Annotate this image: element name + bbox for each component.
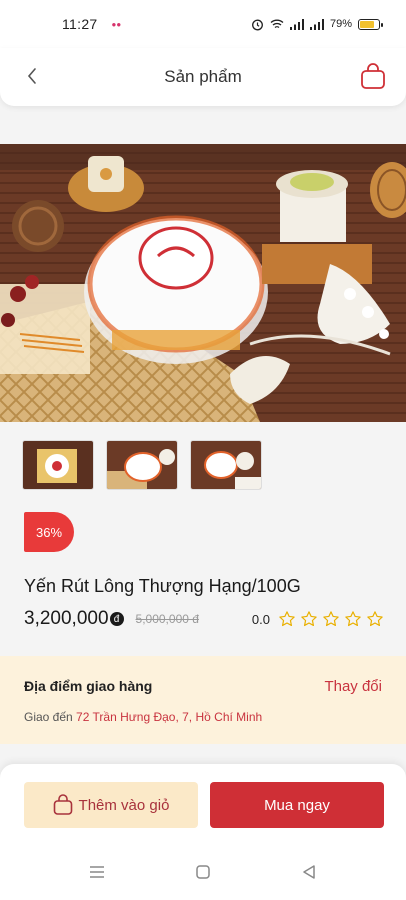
buy-now-label: Mua ngay <box>264 796 330 814</box>
cart-button[interactable] <box>358 60 388 92</box>
product-name: Yến Rút Lông Thượng Hạng/100G <box>24 576 301 596</box>
shopping-bag-icon <box>361 63 385 89</box>
status-time: 11:27 <box>62 16 98 32</box>
star-icon <box>345 611 361 627</box>
system-nav-bar <box>0 844 406 900</box>
thumbnail-1[interactable] <box>22 440 94 490</box>
status-bar: 11:27 ●● 79% <box>0 0 406 48</box>
square-icon <box>196 865 210 879</box>
delivery-title: Địa điểm giao hàng <box>24 678 153 694</box>
battery-icon <box>358 18 383 30</box>
star-icon <box>367 611 383 627</box>
delivery-address-value: 72 Trần Hưng Đạo, 7, Hồ Chí Minh <box>76 710 263 724</box>
alarm-icon <box>252 19 263 30</box>
back-nav-button[interactable] <box>297 860 321 884</box>
thumbnail-image <box>191 441 261 489</box>
star-icon <box>279 611 295 627</box>
thumbnail-strip <box>22 440 262 490</box>
signal-icon <box>289 18 304 30</box>
star-icon <box>323 611 339 627</box>
shopping-bag-icon <box>53 794 72 815</box>
app-header: Sản phẩm <box>0 48 406 106</box>
delivery-prefix: Giao đến <box>24 710 73 724</box>
action-bar: Thêm vào giỏ Mua ngay <box>0 764 406 844</box>
thumbnail-image <box>107 441 177 489</box>
original-price: 5,000,000 đ <box>135 612 199 626</box>
delivery-address: Giao đến 72 Trần Hưng Đạo, 7, Hồ Chí Min… <box>24 710 262 724</box>
battery-percent: 79% <box>329 18 352 30</box>
triangle-back-icon <box>303 865 315 879</box>
buy-now-button[interactable]: Mua ngay <box>210 782 384 828</box>
delivery-section: Địa điểm giao hàng Thay đổi Giao đến 72 … <box>0 656 406 744</box>
star-icon <box>301 611 317 627</box>
wifi-icon <box>270 19 284 29</box>
bird-nest-product-illustration <box>0 144 406 422</box>
add-to-cart-label: Thêm vào giỏ <box>78 796 170 814</box>
thumbnail-image <box>23 441 93 489</box>
discount-badge: 36% <box>24 512 74 552</box>
current-price: 3,200,000 <box>24 608 109 629</box>
menu-lines-icon <box>90 866 104 878</box>
change-address-link[interactable]: Thay đổi <box>324 678 382 695</box>
chevron-left-icon <box>27 68 36 84</box>
add-to-cart-button[interactable]: Thêm vào giỏ <box>24 782 198 828</box>
back-button[interactable] <box>18 62 46 90</box>
product-image[interactable] <box>0 144 406 422</box>
currency-symbol: đ <box>109 612 124 626</box>
home-button[interactable] <box>191 860 215 884</box>
notification-dot-icon: ●● <box>111 19 122 29</box>
star-rating <box>278 610 384 628</box>
recent-apps-button[interactable] <box>85 860 109 884</box>
price-row: 3,200,000 đ 5,000,000 đ 0.0 <box>24 608 384 630</box>
status-icons: 79% <box>251 18 383 31</box>
signal-icon-2 <box>309 18 324 30</box>
thumbnail-2[interactable] <box>106 440 178 490</box>
rating-value: 0.0 <box>251 611 270 627</box>
rating: 0.0 <box>252 610 384 628</box>
page-title: Sản phẩm <box>164 67 242 86</box>
thumbnail-3[interactable] <box>190 440 262 490</box>
